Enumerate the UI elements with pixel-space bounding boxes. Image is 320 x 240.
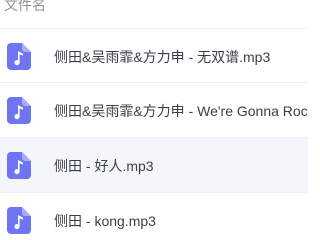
music-file-icon [7, 152, 31, 179]
file-name: 侧田&吴雨霏&方力申 - We're Gonna Rock [54, 103, 308, 119]
file-name: 侧田 - kong.mp3 [54, 213, 156, 229]
file-row[interactable]: 侧田&吴雨霏&方力申 - 无双谱.mp3 [0, 28, 308, 83]
file-row[interactable]: 侧田 - 好人.mp3 [0, 138, 308, 193]
file-name: 侧田&吴雨霏&方力申 - 无双谱.mp3 [54, 49, 271, 65]
file-row[interactable]: 侧田&吴雨霏&方力申 - We're Gonna Rock [0, 83, 308, 138]
music-file-icon [7, 43, 31, 70]
column-header-name[interactable]: 文件名 [4, 0, 46, 15]
file-list: 侧田&吴雨霏&方力申 - 无双谱.mp3 侧田&吴雨霏&方力申 - We're … [0, 28, 308, 240]
file-row[interactable]: 侧田 - kong.mp3 [0, 193, 308, 240]
file-name: 侧田 - 好人.mp3 [54, 158, 154, 174]
music-file-icon [7, 207, 31, 234]
music-file-icon [7, 97, 31, 124]
column-header: 文件名 [0, 0, 308, 29]
